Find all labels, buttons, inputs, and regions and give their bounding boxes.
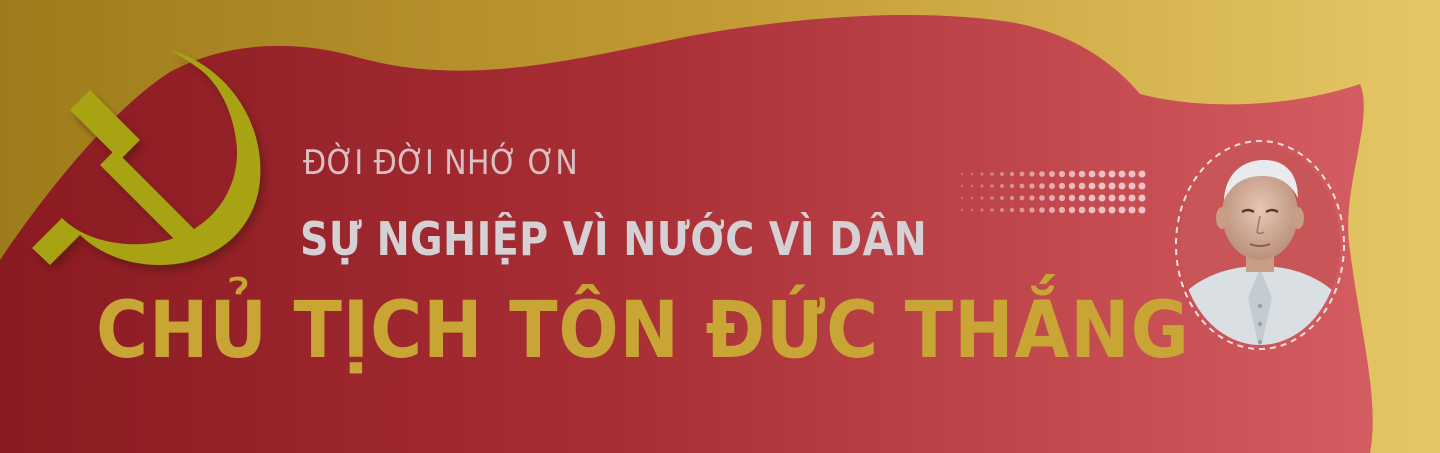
banner-title: CHỦ TỊCH TÔN ĐỨC THẮNG — [96, 286, 1190, 376]
portrait-ton-duc-thang-image — [1175, 140, 1345, 350]
portrait-frame — [1172, 138, 1348, 352]
commemorative-banner: ĐỜI ĐỜI NHỚ ƠN SỰ NGHIỆP VÌ NƯỚC VÌ DÂN … — [0, 0, 1440, 453]
banner-subtitle: ĐỜI ĐỜI NHỚ ƠN — [303, 143, 579, 183]
banner-headline: SỰ NGHIỆP VÌ NƯỚC VÌ DÂN — [300, 212, 928, 266]
